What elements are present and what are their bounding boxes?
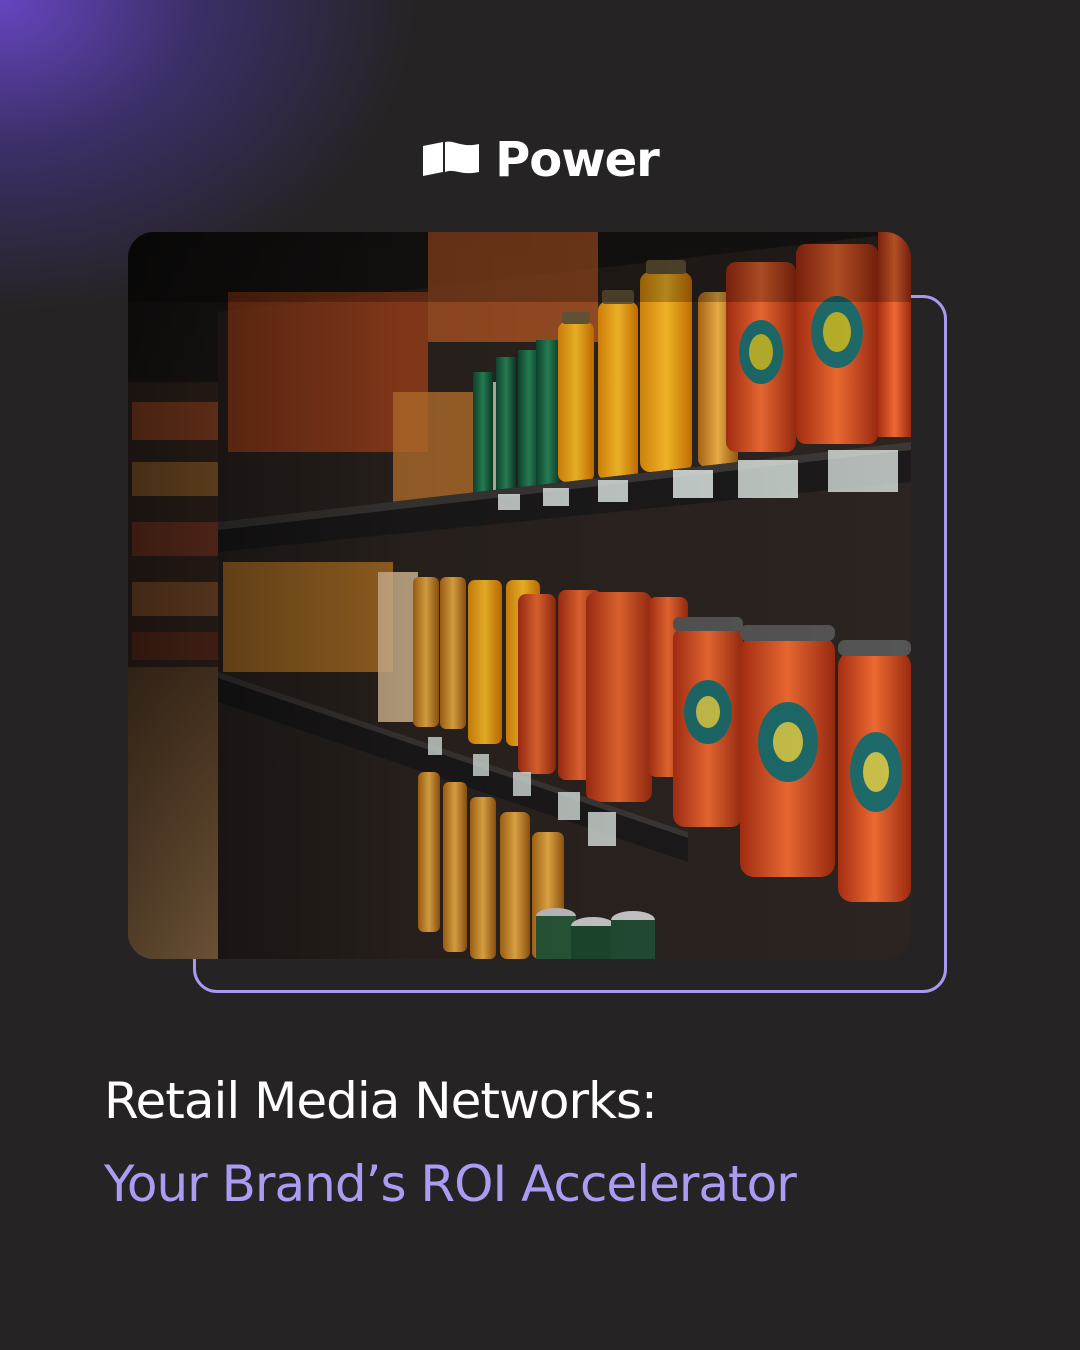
supermarket-shelf-illustration [128,232,911,959]
headline-line-2: Your Brand’s ROI Accelerator [104,1155,797,1213]
headline-line-1: Retail Media Networks: [104,1072,658,1130]
power-flag-logo-icon [423,141,480,176]
brand-name: Power [495,132,660,188]
brand-logo: Power [0,132,1080,188]
hero-photo [128,232,911,959]
